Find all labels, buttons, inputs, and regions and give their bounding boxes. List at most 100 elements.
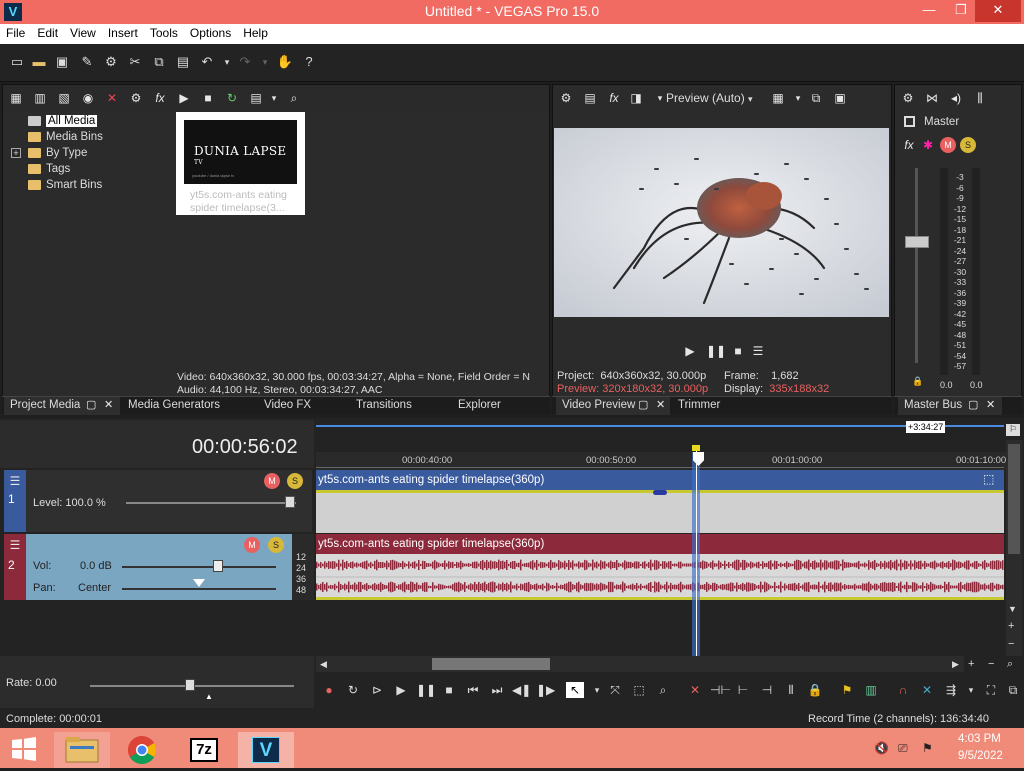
play-icon[interactable]: ▶ xyxy=(176,90,192,106)
capture-icon[interactable]: ▥ xyxy=(32,90,48,106)
insert-marker-icon[interactable]: ⚑ xyxy=(838,682,856,698)
loop-playback-icon[interactable]: ↻ xyxy=(344,682,362,698)
zoom-in-v-icon[interactable]: + xyxy=(1008,620,1014,632)
video-event-clip[interactable]: yt5s.com-ants eating spider timelapse(36… xyxy=(316,470,1004,533)
snapping-magnet-icon[interactable]: ∩ xyxy=(894,682,912,698)
undo-icon[interactable]: ↶ xyxy=(198,54,216,70)
restore-button[interactable]: ❐ xyxy=(946,0,976,22)
save-snapshot-icon[interactable]: ▣ xyxy=(832,90,848,106)
zoom-tool-icon[interactable]: ⌕ xyxy=(1007,658,1013,671)
menu-options[interactable]: Options xyxy=(184,24,237,40)
media-properties-gear-icon[interactable]: ⚙ xyxy=(128,90,144,106)
auto-ripple-icon[interactable]: ⇶ xyxy=(942,682,960,698)
transport-stop-icon[interactable]: ■ xyxy=(440,682,458,698)
track1-menu-icon[interactable]: ☰ xyxy=(7,473,23,489)
tab-transitions[interactable]: Transitions xyxy=(350,397,412,415)
play-from-start-icon[interactable]: ⊳ xyxy=(368,682,386,698)
track2-solo-icon[interactable]: S xyxy=(268,537,284,553)
track2-mute-icon[interactable]: M xyxy=(244,537,260,553)
save-icon[interactable]: ▣ xyxy=(53,54,71,70)
tree-item-smart-bins[interactable]: Smart Bins xyxy=(26,177,172,193)
preview-play-icon[interactable]: ▶ xyxy=(682,343,698,359)
scroll-down-arrow-icon[interactable]: ▼ xyxy=(1008,604,1017,614)
go-to-start-icon[interactable]: ⏮ xyxy=(464,682,482,698)
stop-icon[interactable]: ■ xyxy=(200,90,216,106)
mixer-gear-icon[interactable]: ⚙ xyxy=(900,90,916,106)
get-media-icon[interactable]: ▧ xyxy=(56,90,72,106)
ignore-grouping-icon[interactable]: ⧉ xyxy=(1004,682,1022,698)
menu-edit[interactable]: Edit xyxy=(31,24,64,40)
trim-icon[interactable]: ⊣⊢ xyxy=(710,682,731,698)
clock-time[interactable]: 4:03 PM xyxy=(958,733,1001,745)
track1-level-slider[interactable] xyxy=(126,502,296,504)
action-center-icon[interactable]: ⚑ xyxy=(922,741,933,755)
menu-help[interactable]: Help xyxy=(237,24,274,40)
remove-media-icon[interactable]: ✕ xyxy=(104,90,120,106)
lock-envelopes-icon[interactable]: ⛶ xyxy=(982,682,1000,698)
close-button[interactable]: ✕ xyxy=(975,0,1021,22)
edit-tool-arrow-icon[interactable]: ▾ xyxy=(588,682,606,698)
selection-tool-icon[interactable]: ⬚ xyxy=(630,682,648,698)
timeline-ruler[interactable]: 00:00:40:00 00:00:50:00 00:01:00:00 00:0… xyxy=(316,452,1006,470)
preview-device-icon[interactable]: ▤ xyxy=(582,90,598,106)
track2-menu-icon[interactable]: ☰ xyxy=(7,537,23,553)
whats-this-icon[interactable]: ✋ xyxy=(276,54,294,70)
cut-icon[interactable]: ✂ xyxy=(126,54,144,70)
insert-region-icon[interactable]: ▥ xyxy=(862,682,880,698)
menu-tools[interactable]: Tools xyxy=(144,24,184,40)
auto-preview-icon[interactable]: ↻ xyxy=(224,90,240,106)
remove-unused-icon[interactable]: ◉ xyxy=(80,90,96,106)
preview-pause-icon[interactable]: ❚❚ xyxy=(706,343,726,359)
horizontal-scrollbar[interactable] xyxy=(316,656,964,672)
track2-pan-slider[interactable] xyxy=(122,588,276,590)
tree-item-all-media[interactable]: All Media xyxy=(26,113,172,129)
overlays-grid-icon[interactable]: ▦ xyxy=(770,90,786,106)
undo-history-arrow-icon[interactable]: ▾ xyxy=(218,54,236,70)
volume-muted-icon[interactable]: 🔇 xyxy=(874,741,889,755)
track2-pan-thumb[interactable] xyxy=(193,579,205,587)
clock-date[interactable]: 9/5/2022 xyxy=(958,750,1003,762)
tab-media-generators[interactable]: Media Generators xyxy=(122,397,220,415)
menu-insert[interactable]: Insert xyxy=(102,24,144,40)
track1-mute-icon[interactable]: M xyxy=(264,473,280,489)
lock-icon[interactable]: 🔒 xyxy=(806,682,824,698)
rate-slider-thumb[interactable] xyxy=(185,679,195,691)
horizontal-scroll-thumb[interactable] xyxy=(432,658,550,670)
redo-history-arrow-icon[interactable]: ▾ xyxy=(256,54,274,70)
file-explorer-icon[interactable] xyxy=(54,732,110,768)
track2-volume-thumb[interactable] xyxy=(213,560,223,572)
preview-settings-gear-icon[interactable]: ⚙ xyxy=(558,90,574,106)
copy-icon[interactable]: ⧉ xyxy=(150,54,168,70)
timecode-display[interactable]: 00:00:56:02 xyxy=(192,436,298,459)
audio-event-clip[interactable]: yt5s.com-ants eating spider timelapse(36… xyxy=(316,534,1004,600)
minimize-button[interactable]: — xyxy=(914,0,944,22)
import-media-icon[interactable]: ▦ xyxy=(8,90,24,106)
master-fader-handle[interactable] xyxy=(905,236,929,248)
tab-trimmer[interactable]: Trimmer xyxy=(672,397,720,415)
playhead-top-marker[interactable] xyxy=(692,445,700,451)
views-icon[interactable]: ▤ xyxy=(248,90,264,106)
vegas-taskbar-icon[interactable]: V xyxy=(238,732,294,768)
go-to-end-icon[interactable]: ⏭ xyxy=(488,682,506,698)
tab-explorer[interactable]: Explorer xyxy=(452,397,501,415)
zoom-out-h-icon[interactable]: − xyxy=(988,658,994,670)
paste-icon[interactable]: ▤ xyxy=(174,54,192,70)
master-mute-icon[interactable]: M xyxy=(940,137,956,153)
track1-solo-icon[interactable]: S xyxy=(287,473,303,489)
tab-project-media[interactable]: Project Media ▢ ✕ xyxy=(4,397,120,415)
open-folder-icon[interactable]: ▬ xyxy=(30,54,48,70)
new-project-icon[interactable]: ▭ xyxy=(8,54,26,70)
split-screen-icon[interactable]: ◨ xyxy=(628,90,644,106)
master-solo-icon[interactable]: S xyxy=(960,137,976,153)
envelope-tool-icon[interactable]: ⤧ xyxy=(606,682,624,698)
redo-icon[interactable]: ↷ xyxy=(236,54,254,70)
media-thumbnail-card[interactable]: DUNIA LAPSE TV youtube / dunia lapse tv … xyxy=(176,112,305,215)
track1-level-thumb[interactable] xyxy=(285,496,295,508)
help-icon[interactable]: ? xyxy=(300,54,318,70)
trim-end-icon[interactable]: ⊣ xyxy=(758,682,776,698)
preview-menu-icon[interactable]: ☰ xyxy=(750,343,766,359)
record-icon[interactable]: ● xyxy=(320,682,338,698)
playhead-cursor[interactable] xyxy=(696,446,697,656)
menu-file[interactable]: File xyxy=(0,24,31,40)
master-settings-icon[interactable]: ✱ xyxy=(920,137,936,153)
